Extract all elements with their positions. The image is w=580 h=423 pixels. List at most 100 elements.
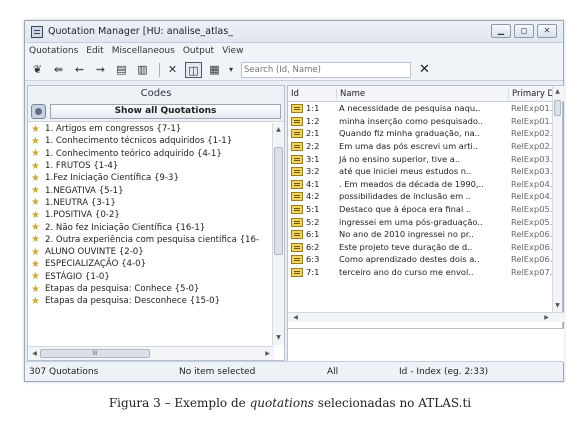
maximize-button[interactable]: ◻	[514, 24, 534, 38]
codes-pane: Codes Show all Quotations ★ 1. Artigos em…	[27, 85, 285, 361]
codes-horizontal-scrollbar[interactable]: ◀ III ▶	[28, 346, 274, 360]
menu-view[interactable]: View	[222, 46, 243, 56]
figure-caption: Figura 3 – Exemplo de quotations selecio…	[0, 396, 580, 410]
code-item[interactable]: ★ 1.NEUTRA {3-1}	[28, 197, 274, 209]
table-row[interactable]: 5:1 Destaco que à época era final .. RelEx…	[288, 203, 564, 216]
table-row[interactable]: 1:1 A necessidade de pesquisa naqu.. RelEx…	[288, 102, 564, 115]
code-item[interactable]: ★ 1. Conhecimento teórico adquirido {4-1}	[28, 148, 274, 160]
quotation-id: 4:2	[306, 191, 320, 202]
codes-list: ★ 1. Artigos em congressos {7-1} ★ 1. Conh…	[28, 123, 274, 345]
codes-scroll-thumb[interactable]	[274, 147, 283, 255]
scroll-down-arrow-icon[interactable]: ▼	[553, 301, 562, 311]
quotation-icon	[291, 179, 303, 189]
comment-icon[interactable]: ❦	[29, 62, 46, 78]
quotation-id: 6:1	[306, 229, 320, 240]
code-item[interactable]: ★ Etapas da pesquisa: Desconhece {15-0}	[28, 295, 274, 307]
output-icon[interactable]: ▥	[134, 62, 151, 78]
search-input[interactable]	[241, 61, 411, 78]
menu-miscellaneous[interactable]: Miscellaneous	[112, 46, 175, 56]
code-item[interactable]: ★ 1. FRUTOS {1-4}	[28, 160, 274, 172]
menu-edit[interactable]: Edit	[86, 46, 103, 56]
table-row[interactable]: 1:2 minha inserção como pesquisado.. RelEx…	[288, 115, 564, 128]
code-item[interactable]: ★ 1.Fez Iniciação Científica {9-3}	[28, 172, 274, 184]
code-icon: ★	[31, 148, 40, 160]
table-row[interactable]: 6:1 No ano de 2010 ingressei no pr.. RelEx…	[288, 228, 564, 241]
code-item[interactable]: ★ ALUNO OUVINTE {2-0}	[28, 246, 274, 258]
scroll-up-arrow-icon[interactable]: ▲	[553, 87, 562, 97]
table-row[interactable]: 2:2 Em uma das pós escrevi um arti.. RelEx…	[288, 140, 564, 153]
quotation-id: 4:1	[306, 178, 320, 189]
quotations-vertical-scrollbar[interactable]: ▲ ▼	[552, 86, 562, 312]
quotation-name: . Em meados da década de 1990,..	[339, 178, 484, 189]
table-row[interactable]: 3:1 Já no ensino superior, tive a.. RelExp…	[288, 152, 564, 165]
link-quotation-icon[interactable]: ⇚	[50, 62, 67, 78]
code-label: 1. Conhecimento técnicos adquiridos {1-1…	[45, 136, 233, 147]
table-row[interactable]: 6:2 Este projeto teve duração de d.. RelEx…	[288, 241, 564, 254]
column-header-id[interactable]: Id	[288, 89, 336, 99]
clear-search-icon[interactable]: ✕	[419, 62, 430, 77]
code-item[interactable]: ★ ESPECIALIZAÇÃO {4-0}	[28, 258, 274, 270]
table-row[interactable]: 7:1 terceiro ano do curso me envol.. RelEx…	[288, 266, 564, 279]
scroll-right-arrow-icon[interactable]: ▶	[262, 349, 273, 359]
view-options-icon[interactable]: ▦	[206, 62, 223, 78]
status-bar: 307 Quotations No item selected All Id -…	[25, 361, 563, 381]
quotations-scroll-thumb[interactable]	[554, 100, 561, 116]
column-header-name[interactable]: Name	[336, 88, 508, 99]
code-filter-icon[interactable]	[31, 104, 46, 119]
code-icon: ★	[31, 271, 40, 283]
code-icon: ★	[31, 295, 40, 307]
quotation-icon	[291, 104, 303, 114]
table-row[interactable]: 4:2 possibilidades de inclusão em .. RelEx…	[288, 190, 564, 203]
code-icon: ★	[31, 246, 40, 258]
codes-vertical-scrollbar[interactable]: ▲ ▼	[272, 123, 284, 345]
code-item[interactable]: ★ 1.POSITIVA {0-2}	[28, 209, 274, 221]
table-row[interactable]: 5:2 ingressei em uma pós-graduação.. RelEx…	[288, 215, 564, 228]
quotation-icon	[291, 154, 303, 164]
view-dropdown-arrow-icon[interactable]: ▾	[227, 62, 235, 78]
code-item[interactable]: ★ 1.NEGATIVA {5-1}	[28, 184, 274, 196]
quotation-name: Em uma das pós escrevi um arti..	[339, 141, 479, 152]
minimize-button[interactable]: ▁	[491, 24, 511, 38]
previous-icon[interactable]: ⇜	[71, 62, 88, 78]
scroll-left-arrow-icon[interactable]: ◀	[290, 313, 301, 323]
table-row[interactable]: 3:2 até que iniciei meus estudos n.. RelEx…	[288, 165, 564, 178]
close-button[interactable]: ✕	[537, 24, 557, 38]
code-icon: ★	[31, 135, 40, 147]
quotation-preview-pane	[288, 328, 564, 362]
code-item[interactable]: ★ 2. Outra experiência com pesquisa cient…	[28, 234, 274, 246]
code-label: 1.Fez Iniciação Científica {9-3}	[45, 173, 179, 184]
code-icon: ★	[31, 123, 40, 135]
quotations-horizontal-scrollbar[interactable]: ◀ ▶	[288, 312, 564, 322]
next-icon[interactable]: ⇝	[92, 62, 109, 78]
scroll-left-arrow-icon[interactable]: ◀	[29, 349, 40, 359]
table-row[interactable]: 6:3 Como aprendizado destes dois a.. RelEx…	[288, 253, 564, 266]
scroll-down-arrow-icon[interactable]: ▼	[273, 333, 284, 343]
quotation-name: Este projeto teve duração de d..	[339, 241, 473, 252]
network-icon[interactable]: ▤	[113, 62, 130, 78]
codes-hscroll-thumb[interactable]: III	[40, 349, 150, 358]
code-label: 2. Outra experiência com pesquisa cientí…	[45, 234, 260, 245]
scroll-up-arrow-icon[interactable]: ▲	[273, 125, 284, 135]
menu-output[interactable]: Output	[183, 46, 214, 56]
code-item[interactable]: ★ 2. Não fez Iniciação Científica {16-1}	[28, 221, 274, 233]
table-row[interactable]: 2:1 Quando fiz minha graduação, na.. RelEx…	[288, 127, 564, 140]
scroll-right-arrow-icon[interactable]: ▶	[541, 313, 552, 323]
quotation-name: Já no ensino superior, tive a..	[339, 153, 461, 164]
code-item[interactable]: ★ 1. Artigos em congressos {7-1}	[28, 123, 274, 135]
single-column-view-icon[interactable]: ◫	[185, 61, 202, 78]
code-item[interactable]: ★ Etapas da pesquisa: Conhece {5-0}	[28, 283, 274, 295]
show-all-quotations-button[interactable]: Show all Quotations	[50, 104, 281, 119]
toolbar: ❦ ⇚ ⇜ ⇝ ▤ ▥ ✕ ◫ ▦ ▾ ✕	[25, 59, 563, 81]
table-row[interactable]: 4:1. Em meados da década de 1990,.. RelEx…	[288, 178, 564, 191]
code-label: 2. Não fez Iniciação Científica {16-1}	[45, 222, 206, 233]
toolbar-separator	[159, 62, 160, 77]
menu-quotations[interactable]: Quotations	[29, 46, 78, 56]
code-icon: ★	[31, 185, 40, 197]
delete-icon[interactable]: ✕	[164, 62, 181, 78]
quotation-id: 6:3	[306, 254, 320, 265]
code-item[interactable]: ★ 1. Conhecimento técnicos adquiridos {1-…	[28, 135, 274, 147]
quotation-icon	[291, 116, 303, 126]
code-item[interactable]: ★ ESTÁGIO {1-0}	[28, 271, 274, 283]
quotation-id: 1:2	[306, 115, 320, 126]
quotation-name: ingressei em uma pós-graduação..	[339, 216, 483, 227]
